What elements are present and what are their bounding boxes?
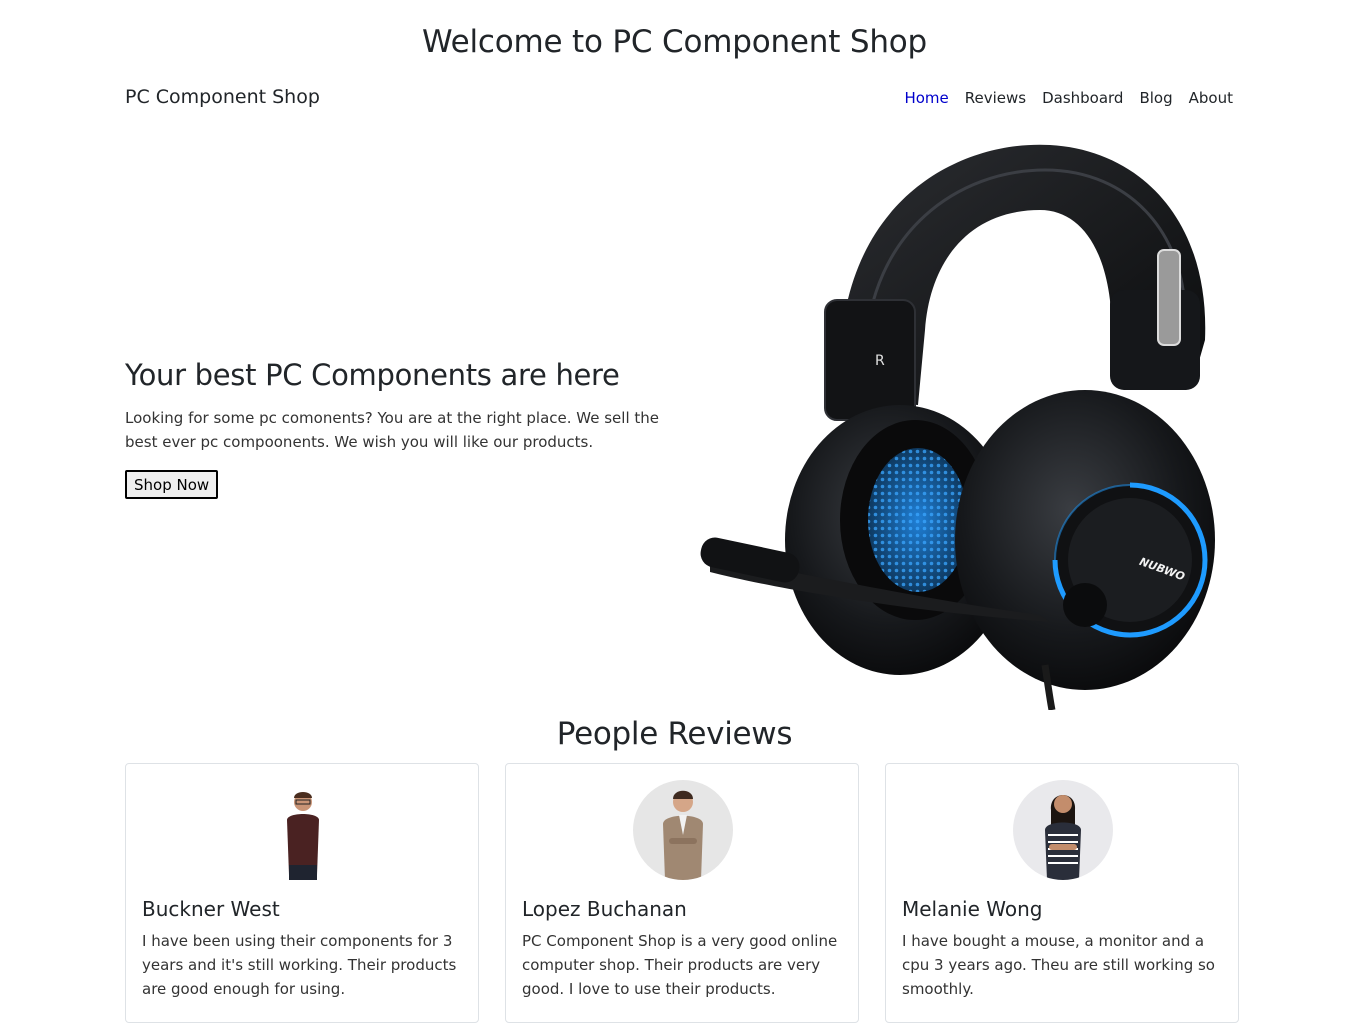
review-card: Lopez Buchanan PC Component Shop is a ve…: [505, 763, 859, 1023]
review-text: I have bought a mouse, a monitor and a c…: [902, 932, 1215, 998]
reviewer-name: Lopez Buchanan: [522, 897, 687, 921]
hero-title: Your best PC Components are here: [125, 358, 620, 392]
reviewer-name: Buckner West: [142, 897, 280, 921]
nav-link-blog[interactable]: Blog: [1139, 89, 1172, 107]
page-heading: Welcome to PC Component Shop: [421, 24, 928, 60]
shop-now-button[interactable]: Shop Now: [125, 470, 219, 499]
reviewer-name: Melanie Wong: [902, 897, 1043, 921]
navbar-brand[interactable]: PC Component Shop: [125, 86, 320, 108]
nav-link-reviews[interactable]: Reviews: [965, 89, 1026, 107]
review-card: Buckner West I have been using their com…: [125, 763, 479, 1023]
review-text: I have been using their components for 3…: [142, 932, 457, 998]
headset-side-label: R: [875, 353, 885, 369]
reviews-heading: People Reviews: [556, 716, 793, 752]
nav-link-about[interactable]: About: [1189, 89, 1233, 107]
reviewer-avatar: [633, 780, 733, 880]
reviewer-avatar: [253, 780, 353, 880]
nav-link-home[interactable]: Home: [904, 89, 948, 107]
headset-image: R NUBWO: [700, 144, 1215, 710]
nav-links: Home Reviews Dashboard Blog About: [904, 88, 1233, 107]
review-text: PC Component Shop is a very good online …: [522, 932, 838, 998]
review-card: Melanie Wong I have bought a mouse, a mo…: [885, 763, 1239, 1023]
navbar: PC Component Shop Home Reviews Dashboard…: [125, 85, 1233, 113]
nav-link-dashboard[interactable]: Dashboard: [1042, 89, 1123, 107]
hero-text: Looking for some pc comonents? You are a…: [125, 409, 660, 451]
reviewer-avatar: [1013, 780, 1113, 880]
